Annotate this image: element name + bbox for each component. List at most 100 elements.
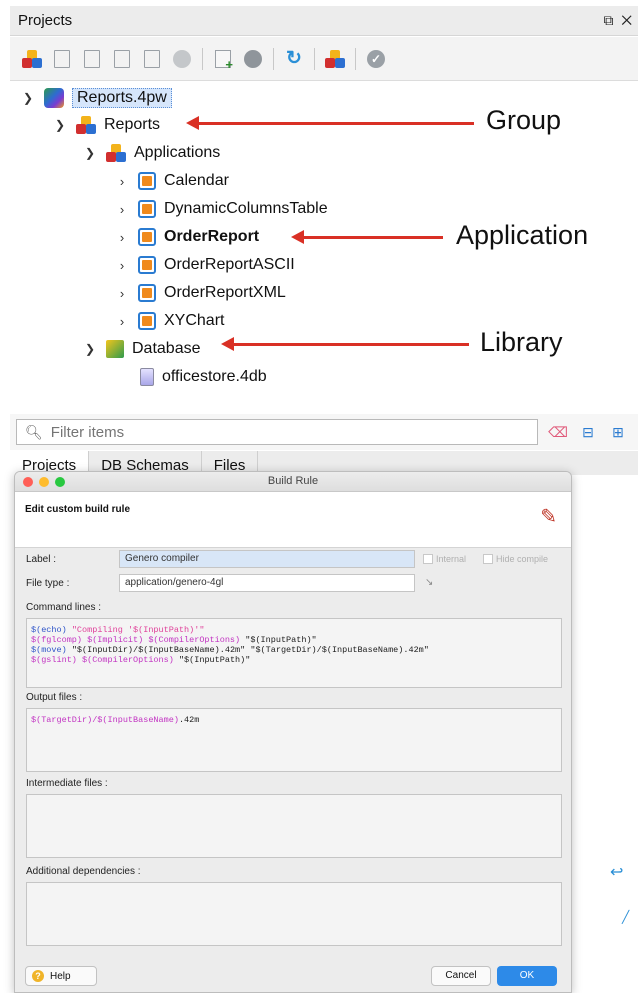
toolbar-separator [355, 47, 356, 70]
dialog-footer: ? Help Cancel OK [15, 964, 571, 992]
additional-dependencies-caption: Additional dependencies : [26, 866, 141, 877]
settings-button[interactable] [168, 45, 196, 73]
chevron-right-icon[interactable]: › [112, 202, 132, 217]
chevron-down-icon[interactable]: ❯ [18, 91, 38, 105]
build-settings-button[interactable] [239, 45, 267, 73]
filetype-input[interactable]: application/genero-4gl [119, 574, 415, 592]
internal-checkbox[interactable]: Internal [423, 554, 466, 564]
projects-panel-header: Projects ⧉ ✕ [10, 6, 638, 36]
chevron-right-icon[interactable]: › [112, 174, 132, 189]
build-rule-dialog: Build Rule Edit custom build rule ✎ Labe… [14, 471, 572, 993]
filter-bar: 🔍︎ ⌫ ⊟ ⊞ [10, 414, 638, 450]
tree-item-label: officestore.4db [162, 368, 267, 385]
application-icon [138, 200, 156, 218]
check-button[interactable]: ✓ [362, 45, 390, 73]
tree-item-group[interactable]: ❯ Reports [50, 112, 160, 138]
project-icon [44, 88, 64, 108]
intermediate-files-editor[interactable] [26, 794, 562, 858]
command-lines-editor[interactable]: $(echo) "Compiling '$(InputPath)'" $(fgl… [26, 618, 562, 688]
tree-item-label: Reports.4pw [72, 88, 172, 108]
application-icon [138, 312, 156, 330]
background-fragment-icon: ╱ [622, 910, 630, 924]
panel-window-controls[interactable]: ⧉ ✕ [603, 12, 634, 29]
group-callout-label: Group [486, 105, 562, 135]
tree-item-application[interactable]: › OrderReportASCII [112, 252, 295, 278]
tree-item-file[interactable]: officestore.4db [134, 364, 267, 390]
tree-item-application[interactable]: › DynamicColumnsTable [112, 196, 328, 222]
group-icon [325, 49, 345, 68]
additional-dependencies-editor[interactable] [26, 882, 562, 946]
projects-toolbar: ↻ ✓ [10, 37, 638, 81]
output-files-editor[interactable]: $(TargetDir)/$(InputBaseName).42m [26, 708, 562, 772]
ok-button[interactable]: OK [497, 966, 557, 986]
new-group-button[interactable] [18, 45, 46, 73]
application-page-icon [54, 49, 70, 68]
hide-compile-checkbox[interactable]: Hide compile [483, 554, 548, 564]
chevron-right-icon[interactable]: › [112, 286, 132, 301]
output-files-caption: Output files : [26, 692, 83, 703]
clear-filter-icon[interactable]: ⌫ [548, 422, 568, 442]
toolbar-separator [273, 47, 274, 70]
toolbar-separator [202, 47, 203, 70]
chevron-right-icon[interactable]: › [112, 258, 132, 273]
tree-item-label: Applications [134, 144, 221, 161]
new-file-button[interactable] [138, 45, 166, 73]
expand-all-icon[interactable]: ⊞ [608, 422, 628, 442]
folder-page-icon [114, 49, 130, 68]
chevron-right-icon[interactable]: › [112, 314, 132, 329]
tree-item-application[interactable]: › OrderReportXML [112, 280, 286, 306]
group-icon [22, 49, 42, 68]
group-icon [106, 144, 126, 162]
filter-input[interactable] [50, 423, 511, 441]
chevron-down-icon[interactable]: ❯ [80, 342, 100, 356]
chevron-down-icon[interactable]: ❯ [80, 146, 100, 160]
new-library-button[interactable] [78, 45, 106, 73]
library-callout-label: Library [480, 327, 563, 357]
add-file-button[interactable] [209, 45, 237, 73]
application-callout-arrow [291, 230, 443, 244]
tree-item-application[interactable]: › OrderReport [112, 224, 259, 250]
application-callout-label: Application [456, 220, 589, 250]
label-input[interactable]: Genero compiler [119, 550, 415, 568]
search-icon: 🔍︎ [25, 423, 43, 440]
label-caption: Label : [26, 554, 57, 565]
group-settings-button[interactable] [321, 45, 349, 73]
chevron-right-icon[interactable]: › [112, 230, 132, 245]
pencil-icon: ✎ [540, 506, 557, 528]
help-button[interactable]: ? Help [25, 966, 97, 986]
tree-item-label: Reports [104, 116, 161, 133]
library-icon [106, 340, 124, 358]
filter-field: 🔍︎ [16, 419, 538, 445]
tree-item-subgroup[interactable]: ❯ Applications [80, 140, 220, 166]
help-label: Help [50, 970, 71, 982]
tree-item-application[interactable]: › Calendar [112, 168, 229, 194]
application-icon [138, 284, 156, 302]
tree-item-project[interactable]: ❯ Reports.4pw [18, 85, 172, 111]
group-callout-arrow [186, 116, 474, 130]
tree-item-label: Database [132, 340, 201, 357]
dialog-header: Edit custom build rule ✎ [15, 492, 571, 548]
browse-icon[interactable]: ↘ [425, 577, 433, 588]
check-icon: ✓ [367, 49, 385, 68]
add-file-icon [215, 49, 233, 72]
filetype-caption: File type : [26, 578, 70, 589]
help-icon: ? [32, 970, 44, 982]
dialog-titlebar: Build Rule [15, 472, 571, 492]
tree-item-label: OrderReportASCII [164, 256, 295, 273]
dialog-title: Build Rule [267, 475, 319, 487]
tree-item-application[interactable]: › XYChart [112, 308, 224, 334]
gear-icon [173, 49, 191, 68]
chevron-down-icon[interactable]: ❯ [50, 118, 70, 132]
tree-item-library[interactable]: ❯ Database [80, 336, 201, 362]
group-icon [76, 116, 96, 134]
application-icon [138, 228, 156, 246]
file-page-icon [144, 49, 160, 68]
collapse-all-icon[interactable]: ⊟ [578, 422, 598, 442]
new-folder-button[interactable] [108, 45, 136, 73]
tree-item-label: Calendar [164, 172, 229, 189]
dialog-heading: Edit custom build rule [25, 504, 131, 515]
application-icon [138, 172, 156, 190]
new-application-button[interactable] [48, 45, 76, 73]
cancel-button[interactable]: Cancel [431, 966, 491, 986]
sync-button[interactable]: ↻ [280, 45, 308, 73]
